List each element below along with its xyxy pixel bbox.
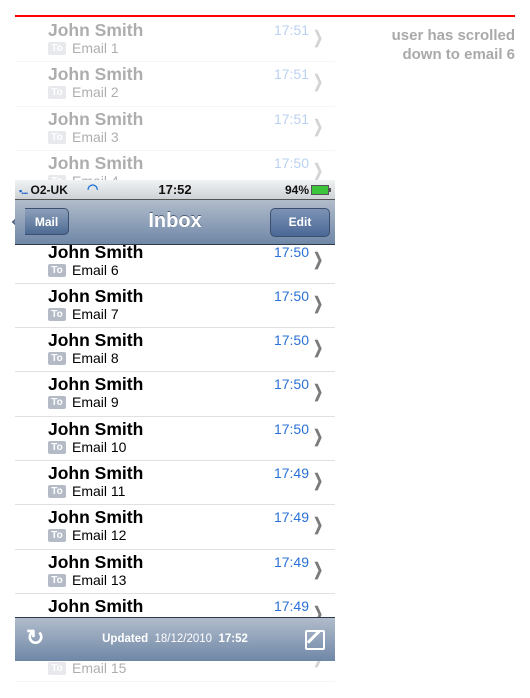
email-subject: Email 11 (72, 483, 126, 499)
email-time: 17:49 (273, 465, 309, 481)
to-badge: To (48, 529, 66, 543)
sender-name: John Smith (48, 507, 144, 528)
email-time: 17:49 (273, 597, 309, 614)
annotation-line-1: user has scrolled (391, 27, 515, 44)
chevron-right-icon: ❯ (312, 471, 323, 490)
edit-button[interactable]: Edit (270, 208, 330, 237)
email-time: 17:50 (273, 287, 309, 304)
email-time: 17:50 (273, 243, 309, 260)
email-row[interactable]: John Smith To Email 7 17:50 ❯ (15, 284, 335, 329)
battery-icon (311, 185, 331, 195)
nav-bar: Mail Inbox Edit (15, 200, 335, 245)
offscreen-fade-top (15, 18, 335, 180)
sender-name: John Smith (48, 330, 144, 351)
chevron-right-icon: ❯ (312, 382, 323, 402)
sender-name: John Smith (48, 418, 144, 439)
to-badge: To (48, 307, 66, 321)
chevron-right-icon: ❯ (312, 249, 323, 269)
chevron-right-icon: ❯ (312, 559, 323, 579)
email-subject: Email 10 (72, 438, 127, 455)
annotation-note: user has scrolled down to email 6 (392, 26, 515, 64)
email-row[interactable]: John Smith To Email 12 17:49 ❯ (15, 505, 335, 550)
chevron-right-icon: ❯ (312, 515, 323, 535)
email-subject: Email 9 (72, 394, 119, 411)
to-badge: To (48, 263, 66, 277)
email-time: 17:49 (273, 553, 309, 570)
to-badge: To (48, 352, 66, 366)
scroll-indicator-line (15, 15, 515, 17)
email-subject: Email 6 (72, 261, 119, 278)
chevron-right-icon: ❯ (312, 338, 323, 358)
sender-name: John Smith (48, 285, 144, 306)
sender-name: John Smith (48, 463, 144, 483)
status-bar: ▪.... O2-UK ◠ 17:52 94% (15, 180, 335, 200)
chevron-right-icon: ❯ (312, 293, 323, 313)
updated-time: 17:52 (218, 633, 248, 645)
email-time: 17:50 (273, 420, 309, 437)
update-status: Updated 18/12/2010 17:52 (15, 633, 335, 645)
compose-icon[interactable] (305, 630, 325, 650)
bottom-toolbar: ↻ Updated 18/12/2010 17:52 (15, 617, 335, 661)
email-row[interactable]: John Smith To Email 9 17:50 ❯ (15, 372, 335, 417)
to-badge: To (48, 573, 66, 587)
email-subject: Email 13 (72, 571, 127, 588)
to-badge: To (48, 440, 66, 454)
battery-percent: 94% (284, 183, 309, 197)
chevron-right-icon: ❯ (312, 426, 323, 446)
email-row[interactable]: John Smith To Email 11 17:49 ❯ (15, 461, 335, 506)
email-subject: Email 7 (72, 305, 119, 322)
email-row[interactable]: John Smith To Email 6 17:50 ❯ (15, 240, 335, 284)
email-time: 17:50 (273, 332, 309, 349)
email-time: 17:50 (273, 376, 309, 393)
email-row[interactable]: John Smith To Email 8 17:50 ❯ (15, 328, 335, 373)
sender-name: John Smith (48, 595, 144, 616)
email-row[interactable]: John Smith To Email 10 17:50 ❯ (15, 417, 335, 461)
to-badge: To (48, 485, 66, 498)
offscreen-fade-bottom (15, 661, 335, 698)
annotation-line-2: down to email 6 (402, 46, 515, 63)
email-row[interactable]: John Smith To Email 13 17:49 ❯ (15, 550, 335, 594)
sender-name: John Smith (48, 374, 144, 395)
email-time: 17:49 (273, 509, 309, 526)
updated-label: Updated (102, 633, 149, 645)
updated-date: 18/12/2010 (154, 633, 213, 645)
email-subject: Email 12 (72, 527, 127, 544)
sender-name: John Smith (48, 551, 144, 572)
email-subject: Email 8 (72, 350, 119, 367)
to-badge: To (48, 396, 66, 410)
